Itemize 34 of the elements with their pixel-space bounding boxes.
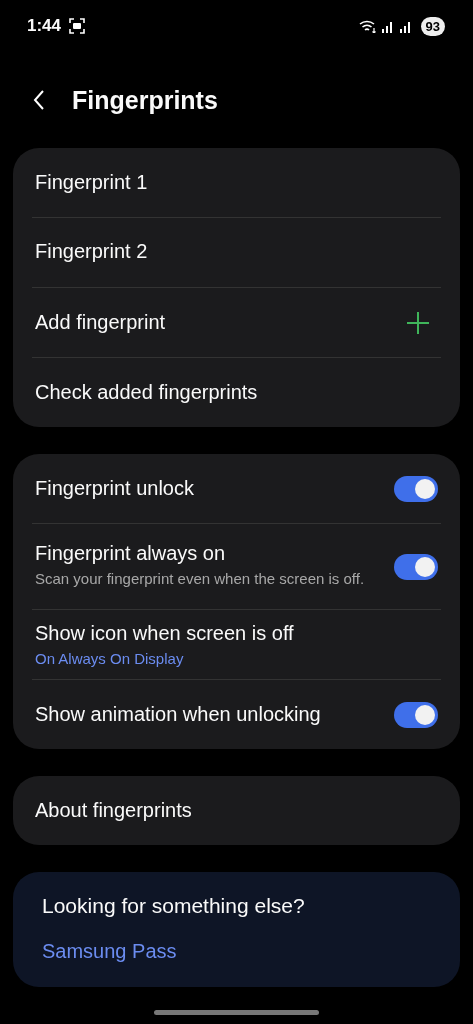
row-title: Add fingerprint [35,311,167,334]
settings-row[interactable]: Check added fingerprints [32,358,441,427]
toggle-switch[interactable] [394,701,438,728]
suggestion-title: Looking for something else? [42,894,306,918]
row-title: Show icon when screen is off [35,622,295,645]
settings-row[interactable]: Show icon when screen is off On Always On Display [32,610,441,680]
row-title: About fingerprints [35,799,193,822]
add-icon [406,310,430,335]
toggle-switch[interactable] [394,553,438,580]
settings-row[interactable]: Fingerprint always on Scan your fingerprint even when the screen is off. [32,524,441,610]
row-status: On Always On Display [35,650,185,667]
back-icon [32,89,46,111]
signal-icon [380,19,395,33]
row-title: Fingerprint always on [35,542,227,565]
screenshot-icon [69,18,86,34]
suggestion-link[interactable]: Samsung Pass [42,940,431,963]
settings-row[interactable]: Show animation when unlocking [32,680,441,749]
battery-level: 93 [420,16,445,36]
settings-row[interactable]: Fingerprint unlock [32,454,441,524]
row-title: Check added fingerprints [35,381,259,404]
row-title: Fingerprint 2 [35,240,149,263]
row-title: Fingerprint 1 [35,171,149,194]
row-summary: Scan your fingerprint even when the screen is off. [35,569,366,589]
settings-row[interactable]: Fingerprint 1 [32,148,441,218]
page-title: Fingerprints [72,85,218,115]
settings-row[interactable]: Add fingerprint [32,288,441,358]
settings-row[interactable]: About fingerprints [32,776,441,845]
row-title: Fingerprint unlock [35,477,195,500]
row-title: Show animation when unlocking [35,703,322,726]
status-time: 1:44 [27,16,62,36]
toggle-switch[interactable] [394,475,438,502]
wifi-icon [358,19,377,33]
settings-row[interactable]: Fingerprint 2 [32,218,441,288]
signal-icon [398,19,413,33]
